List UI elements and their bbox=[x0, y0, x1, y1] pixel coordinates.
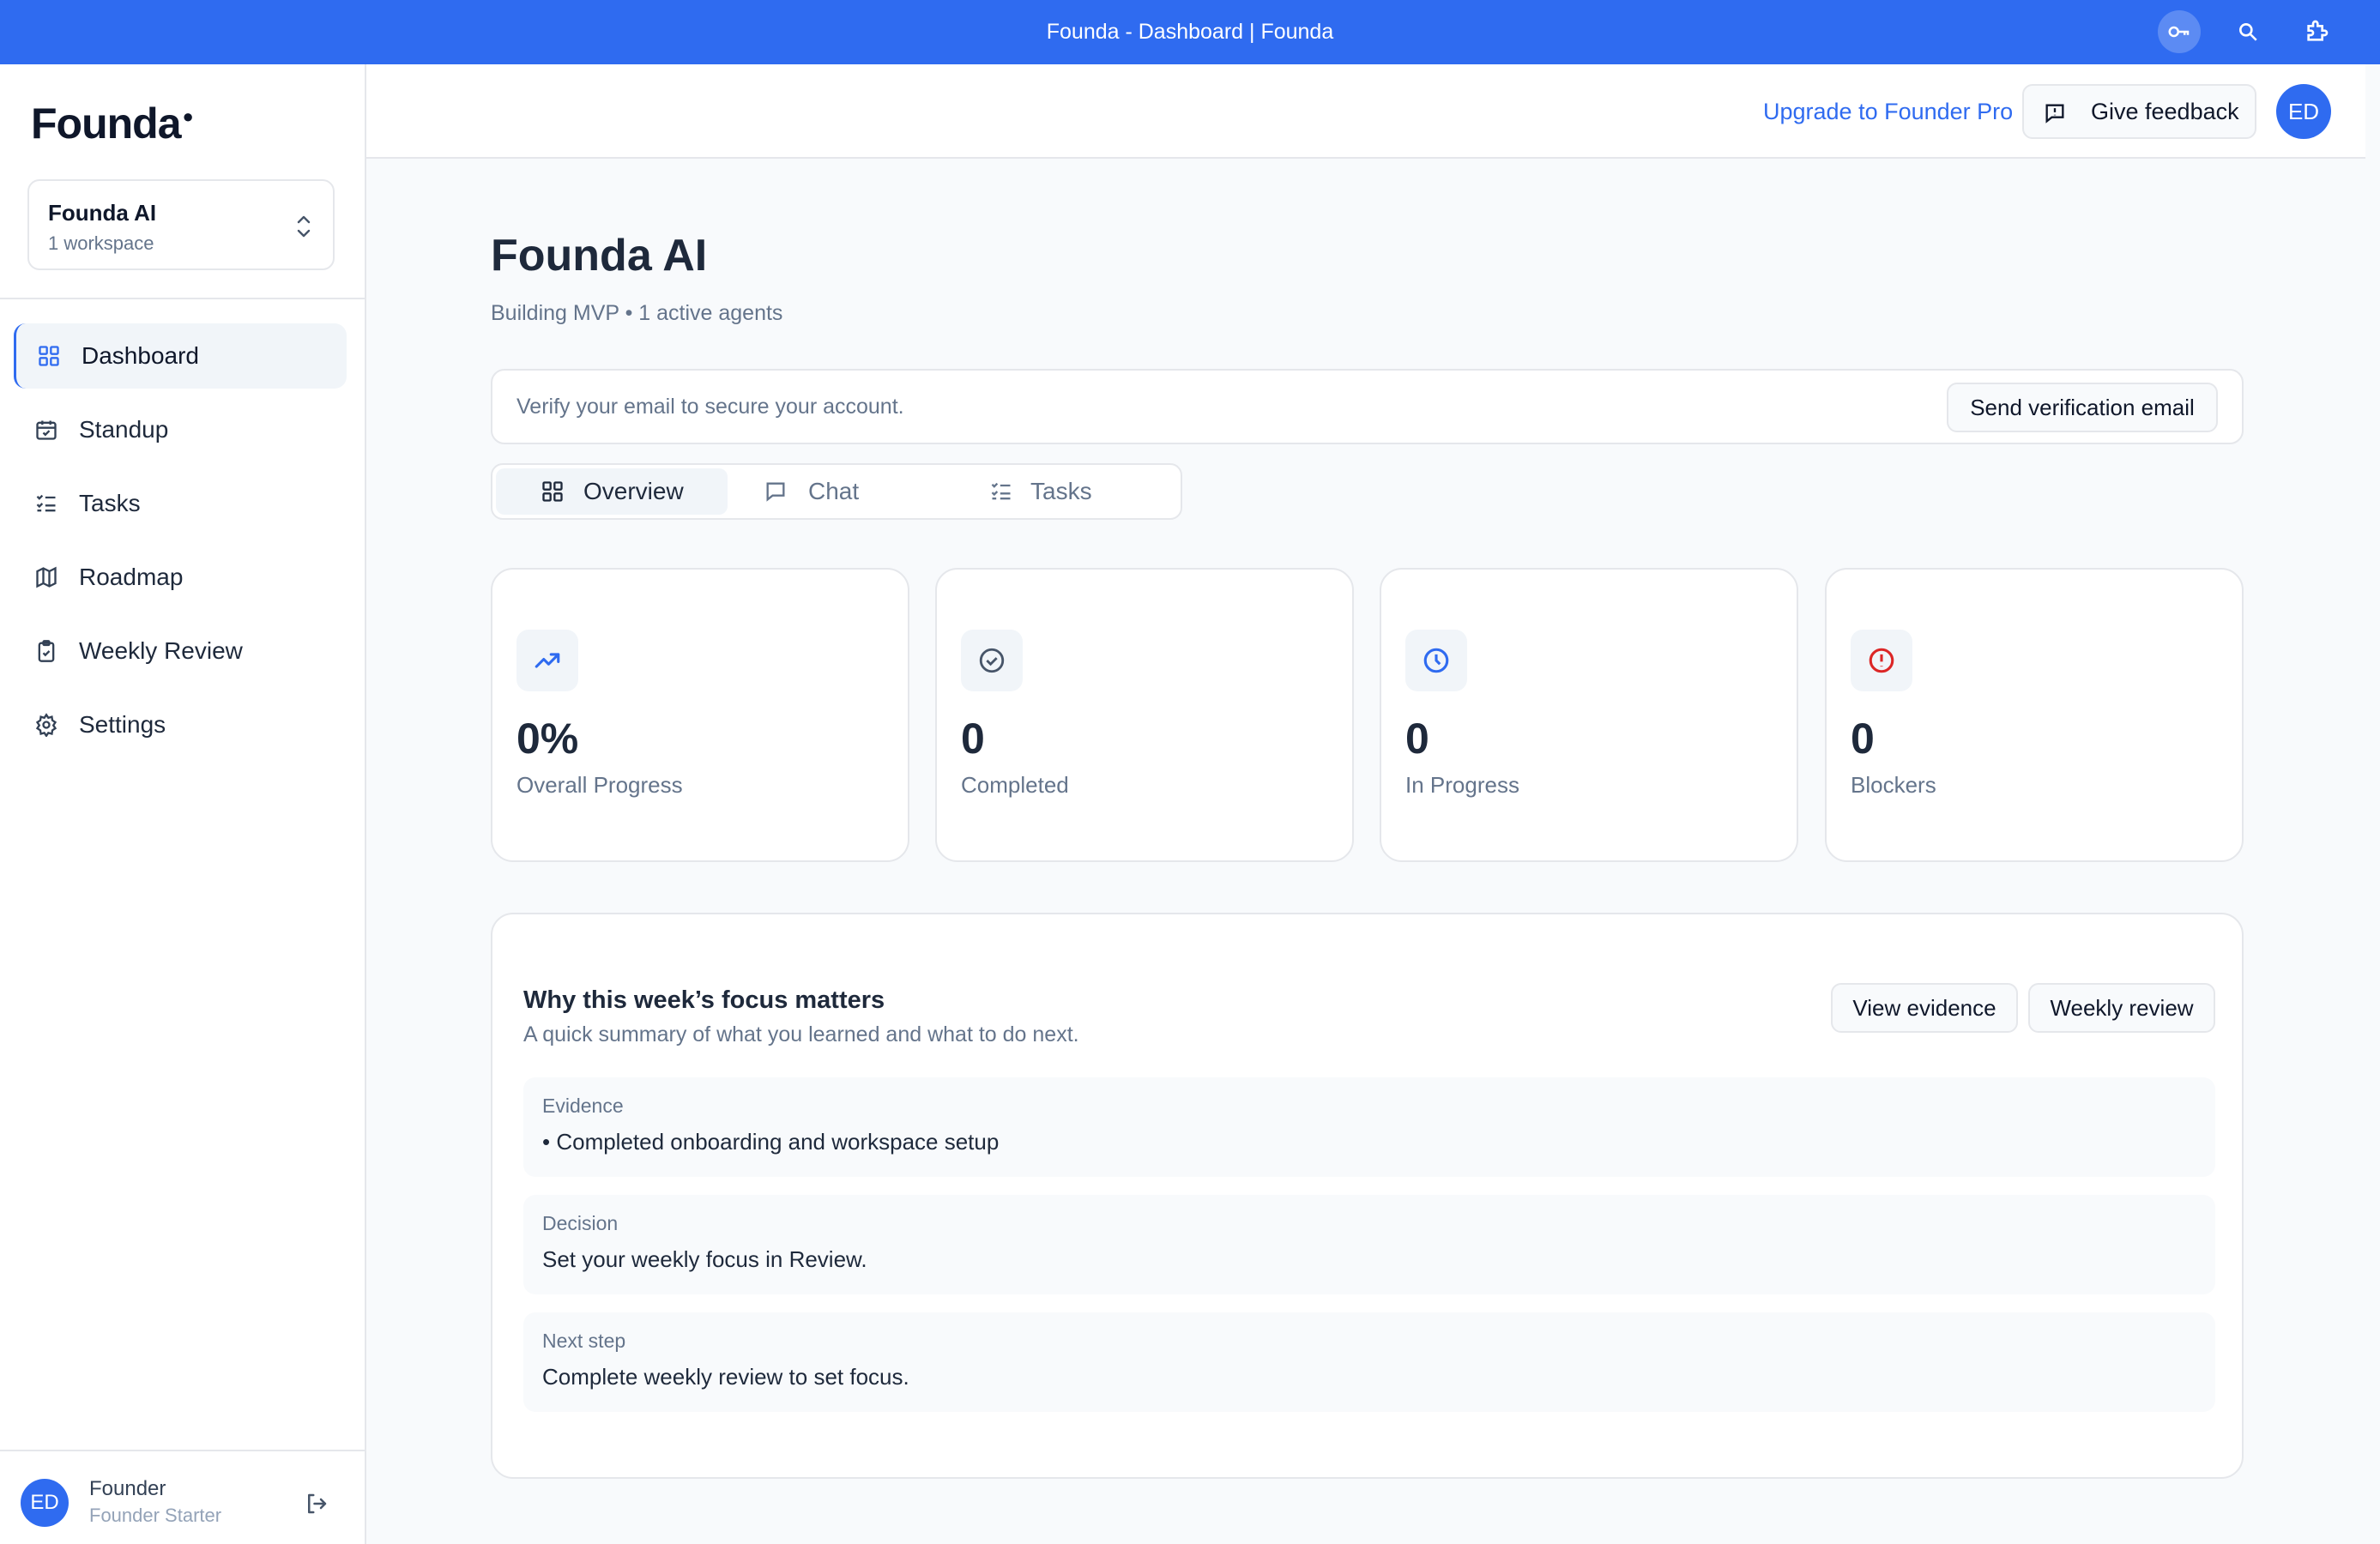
map-icon bbox=[34, 565, 58, 589]
page-subtitle: Building MVP • 1 active agents bbox=[491, 301, 783, 325]
workspace-count: 1 workspace bbox=[48, 232, 154, 254]
stat-label: Overall Progress bbox=[516, 772, 683, 798]
workspace-name: Founda AI bbox=[48, 200, 157, 226]
sidebar-user: ED Founder Founder Starter bbox=[0, 1450, 365, 1544]
weekly-focus-card: Why this week’s focus matters A quick su… bbox=[491, 913, 2244, 1479]
stat-card-completed: 0 Completed bbox=[935, 568, 1354, 862]
grid-icon bbox=[541, 479, 565, 504]
sidebar-item-label: Dashboard bbox=[82, 342, 199, 369]
calendar-check-icon bbox=[34, 418, 58, 442]
upgrade-link[interactable]: Upgrade to Founder Pro bbox=[1763, 64, 2013, 159]
give-feedback-button[interactable]: Give feedback bbox=[2022, 84, 2256, 139]
stat-value: 0 bbox=[1405, 715, 1429, 763]
top-header: Upgrade to Founder Pro Give feedback ED bbox=[366, 64, 2365, 159]
stat-card-blockers: 0 Blockers bbox=[1825, 568, 2244, 862]
message-alert-icon bbox=[2043, 101, 2067, 125]
avatar[interactable]: ED bbox=[2276, 84, 2331, 139]
tab-label: Overview bbox=[583, 478, 684, 504]
row-value: Set your weekly focus in Review. bbox=[542, 1246, 867, 1272]
stat-card-in-progress: 0 In Progress bbox=[1380, 568, 1798, 862]
workspace-switcher[interactable]: Founda AI 1 workspace bbox=[27, 179, 335, 270]
gear-icon bbox=[34, 713, 58, 737]
user-name: Founder bbox=[89, 1477, 166, 1500]
tab-chat[interactable]: Chat bbox=[728, 468, 955, 515]
browser-titlebar: Founda - Dashboard | Founda bbox=[0, 0, 2380, 64]
stat-label: Completed bbox=[961, 772, 1069, 798]
chevrons-up-down-icon bbox=[293, 212, 314, 241]
list-checks-icon bbox=[34, 492, 58, 516]
sidebar-item-label: Weekly Review bbox=[79, 637, 243, 664]
sidebar-item-standup[interactable]: Standup bbox=[14, 397, 347, 462]
avatar[interactable]: ED bbox=[21, 1479, 69, 1527]
tab-overview[interactable]: Overview bbox=[496, 468, 728, 515]
row-label: Evidence bbox=[542, 1095, 624, 1117]
app-logo[interactable]: Founda● bbox=[31, 99, 194, 148]
trending-up-icon bbox=[516, 630, 578, 691]
focus-row-next-step: Next step Complete weekly review to set … bbox=[523, 1312, 2215, 1412]
sidebar-item-dashboard[interactable]: Dashboard bbox=[14, 323, 347, 389]
tab-label: Tasks bbox=[1030, 478, 1092, 504]
extension-icon[interactable] bbox=[2295, 10, 2338, 53]
row-label: Decision bbox=[542, 1212, 619, 1234]
send-verification-button[interactable]: Send verification email bbox=[1947, 383, 2218, 432]
weekly-review-button[interactable]: Weekly review bbox=[2028, 983, 2215, 1033]
chat-icon bbox=[764, 479, 788, 504]
alert-circle-icon bbox=[1851, 630, 1912, 691]
key-icon[interactable] bbox=[2158, 10, 2201, 53]
verify-email-banner: Verify your email to secure your account… bbox=[491, 369, 2244, 444]
view-evidence-button[interactable]: View evidence bbox=[1831, 983, 2018, 1033]
sidebar-item-settings[interactable]: Settings bbox=[14, 692, 347, 757]
stat-value: 0 bbox=[961, 715, 985, 763]
focus-title: Why this week’s focus matters bbox=[523, 986, 885, 1014]
row-value: • Completed onboarding and workspace set… bbox=[542, 1129, 1000, 1155]
stat-card-overall-progress: 0% Overall Progress bbox=[491, 568, 909, 862]
stat-value: 0 bbox=[1851, 715, 1875, 763]
row-value: Complete weekly review to set focus. bbox=[542, 1364, 909, 1390]
give-feedback-label: Give feedback bbox=[2091, 99, 2239, 124]
check-circle-icon bbox=[961, 630, 1023, 691]
sidebar-item-weekly-review[interactable]: Weekly Review bbox=[14, 618, 347, 684]
tab-tasks[interactable]: Tasks bbox=[955, 468, 1181, 515]
clipboard-check-icon bbox=[34, 639, 58, 663]
sidebar-item-label: Roadmap bbox=[79, 564, 184, 590]
stat-label: In Progress bbox=[1405, 772, 1519, 798]
tab-bar: Overview Chat Tasks bbox=[491, 463, 1182, 520]
focus-row-evidence: Evidence • Completed onboarding and work… bbox=[523, 1077, 2215, 1177]
logo-dot: ● bbox=[182, 106, 194, 128]
sidebar-item-tasks[interactable]: Tasks bbox=[14, 471, 347, 536]
stat-value: 0% bbox=[516, 715, 579, 763]
grid-icon bbox=[37, 344, 61, 368]
sidebar-item-label: Settings bbox=[79, 711, 166, 738]
stat-label: Blockers bbox=[1851, 772, 1936, 798]
sidebar-item-label: Tasks bbox=[79, 490, 141, 516]
focus-row-decision: Decision Set your weekly focus in Review… bbox=[523, 1195, 2215, 1294]
clock-icon bbox=[1405, 630, 1467, 691]
verify-message: Verify your email to secure your account… bbox=[516, 395, 904, 419]
user-plan: Founder Starter bbox=[89, 1505, 222, 1526]
list-checks-icon bbox=[989, 479, 1013, 504]
sidebar-divider bbox=[0, 298, 365, 299]
page-title: Founda AI bbox=[491, 231, 708, 280]
row-label: Next step bbox=[542, 1330, 626, 1352]
sidebar-item-roadmap[interactable]: Roadmap bbox=[14, 545, 347, 610]
focus-subtitle: A quick summary of what you learned and … bbox=[523, 1022, 1079, 1046]
logo-text: Founda bbox=[31, 100, 182, 148]
sidebar-item-label: Standup bbox=[79, 416, 169, 443]
logout-icon[interactable] bbox=[304, 1491, 329, 1517]
tab-label: Chat bbox=[808, 478, 860, 504]
sidebar: Founda● Founda AI 1 workspace Dashboard … bbox=[0, 64, 366, 1544]
window-title: Founda - Dashboard | Founda bbox=[1046, 20, 1334, 44]
zoom-icon[interactable] bbox=[2226, 10, 2269, 53]
